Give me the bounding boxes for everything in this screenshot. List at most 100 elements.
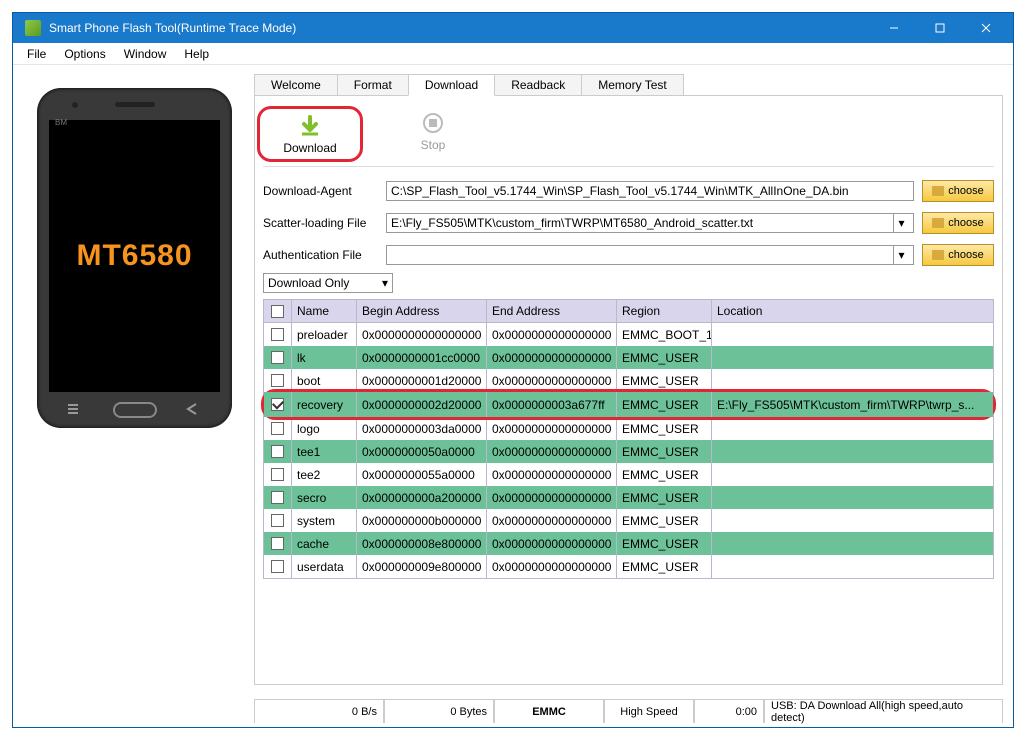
menu-help[interactable]: Help bbox=[176, 45, 217, 63]
cell-end: 0x0000000000000000 bbox=[487, 486, 617, 509]
cell-name: preloader bbox=[292, 323, 357, 346]
cell-location bbox=[712, 463, 993, 486]
tab-memtest[interactable]: Memory Test bbox=[581, 74, 683, 95]
cell-begin: 0x000000009e800000 bbox=[357, 555, 487, 578]
status-speed: 0 B/s bbox=[254, 700, 384, 723]
scatter-choose-button[interactable]: choose bbox=[922, 212, 994, 234]
da-choose-button[interactable]: choose bbox=[922, 180, 994, 202]
cell-end: 0x0000000000000000 bbox=[487, 509, 617, 532]
cell-name: cache bbox=[292, 532, 357, 555]
table-row[interactable]: preloader0x00000000000000000x00000000000… bbox=[264, 323, 993, 346]
close-button[interactable] bbox=[963, 13, 1009, 43]
tab-format[interactable]: Format bbox=[337, 74, 409, 95]
col-begin[interactable]: Begin Address bbox=[357, 300, 487, 322]
row-checkbox[interactable] bbox=[271, 351, 284, 364]
download-highlight: Download bbox=[257, 106, 363, 162]
row-checkbox[interactable] bbox=[271, 374, 284, 387]
table-row[interactable]: secro0x000000000a2000000x000000000000000… bbox=[264, 486, 993, 509]
partition-table: Name Begin Address End Address Region Lo… bbox=[263, 299, 994, 579]
select-all-checkbox[interactable] bbox=[271, 305, 284, 318]
menu-file[interactable]: File bbox=[19, 45, 54, 63]
download-panel: Download Stop Download-Agent C:\SP_Flash… bbox=[254, 95, 1003, 685]
row-checkbox[interactable] bbox=[271, 328, 284, 341]
download-arrow-icon bbox=[297, 113, 323, 139]
da-input[interactable]: C:\SP_Flash_Tool_v5.1744_Win\SP_Flash_To… bbox=[386, 181, 914, 201]
download-button[interactable]: Download bbox=[270, 113, 350, 155]
cell-location bbox=[712, 486, 993, 509]
cell-region: EMMC_USER bbox=[617, 486, 712, 509]
col-end[interactable]: End Address bbox=[487, 300, 617, 322]
menu-window[interactable]: Window bbox=[116, 45, 175, 63]
table-row[interactable]: logo0x0000000003da00000x0000000000000000… bbox=[264, 417, 993, 440]
cell-location bbox=[712, 440, 993, 463]
auth-label: Authentication File bbox=[263, 248, 378, 262]
status-time: 0:00 bbox=[694, 700, 764, 723]
table-row[interactable]: lk0x0000000001cc00000x0000000000000000EM… bbox=[264, 346, 993, 369]
cell-region: EMMC_USER bbox=[617, 440, 712, 463]
scatter-input[interactable]: E:\Fly_FS505\MTK\custom_firm\TWRP\MT6580… bbox=[386, 213, 914, 233]
status-bar: 0 B/s 0 Bytes EMMC High Speed 0:00 USB: … bbox=[254, 699, 1003, 723]
table-row[interactable]: cache0x000000008e8000000x000000000000000… bbox=[264, 532, 993, 555]
cell-begin: 0x0000000001cc0000 bbox=[357, 346, 487, 369]
cell-location bbox=[712, 417, 993, 440]
stop-button: Stop bbox=[393, 110, 473, 160]
table-row[interactable]: system0x000000000b0000000x00000000000000… bbox=[264, 509, 993, 532]
mode-dropdown[interactable]: Download Only▾ bbox=[263, 273, 393, 293]
tab-download[interactable]: Download bbox=[408, 74, 495, 96]
cell-region: EMMC_BOOT_1 bbox=[617, 323, 712, 346]
cell-location: E:\Fly_FS505\MTK\custom_firm\TWRP\twrp_s… bbox=[712, 392, 993, 417]
cell-begin: 0x000000008e800000 bbox=[357, 532, 487, 555]
cell-name: tee2 bbox=[292, 463, 357, 486]
cell-end: 0x0000000000000000 bbox=[487, 555, 617, 578]
status-storage: EMMC bbox=[494, 700, 604, 723]
cell-region: EMMC_USER bbox=[617, 555, 712, 578]
row-checkbox[interactable] bbox=[271, 491, 284, 504]
recovery-highlight: recovery0x0000000002d200000x0000000003a6… bbox=[261, 389, 996, 420]
cell-name: tee1 bbox=[292, 440, 357, 463]
window-title: Smart Phone Flash Tool(Runtime Trace Mod… bbox=[49, 21, 871, 35]
col-name[interactable]: Name bbox=[292, 300, 357, 322]
menu-options[interactable]: Options bbox=[56, 45, 113, 63]
scatter-label: Scatter-loading File bbox=[263, 216, 378, 230]
cell-end: 0x0000000000000000 bbox=[487, 323, 617, 346]
app-window: Smart Phone Flash Tool(Runtime Trace Mod… bbox=[12, 12, 1014, 728]
minimize-button[interactable] bbox=[871, 13, 917, 43]
cell-end: 0x0000000000000000 bbox=[487, 532, 617, 555]
col-region[interactable]: Region bbox=[617, 300, 712, 322]
row-checkbox[interactable] bbox=[271, 445, 284, 458]
table-row[interactable]: tee20x0000000055a00000x0000000000000000E… bbox=[264, 463, 993, 486]
auth-choose-button[interactable]: choose bbox=[922, 244, 994, 266]
chevron-down-icon[interactable]: ▾ bbox=[893, 214, 909, 232]
tab-welcome[interactable]: Welcome bbox=[254, 74, 338, 95]
auth-input[interactable]: ▾ bbox=[386, 245, 914, 265]
cell-name: system bbox=[292, 509, 357, 532]
phone-preview: BM MT6580 bbox=[27, 73, 242, 723]
row-checkbox[interactable] bbox=[271, 422, 284, 435]
app-icon bbox=[25, 20, 41, 36]
cell-location bbox=[712, 532, 993, 555]
cell-name: userdata bbox=[292, 555, 357, 578]
status-mode: USB: DA Download All(high speed,auto det… bbox=[764, 700, 1003, 723]
cell-begin: 0x0000000055a0000 bbox=[357, 463, 487, 486]
maximize-button[interactable] bbox=[917, 13, 963, 43]
cell-end: 0x0000000000000000 bbox=[487, 440, 617, 463]
col-location[interactable]: Location bbox=[712, 300, 993, 322]
cell-begin: 0x0000000002d20000 bbox=[357, 392, 487, 417]
menubar: File Options Window Help bbox=[13, 43, 1013, 65]
cell-location bbox=[712, 346, 993, 369]
cell-begin: 0x0000000003da0000 bbox=[357, 417, 487, 440]
row-checkbox[interactable] bbox=[271, 560, 284, 573]
tab-readback[interactable]: Readback bbox=[494, 74, 582, 95]
chevron-down-icon[interactable]: ▾ bbox=[893, 246, 909, 264]
cell-end: 0x0000000000000000 bbox=[487, 346, 617, 369]
table-row[interactable]: userdata0x000000009e8000000x000000000000… bbox=[264, 555, 993, 578]
cell-end: 0x0000000000000000 bbox=[487, 463, 617, 486]
table-row[interactable]: tee10x0000000050a00000x0000000000000000E… bbox=[264, 440, 993, 463]
row-checkbox[interactable] bbox=[271, 468, 284, 481]
table-row[interactable]: recovery0x0000000002d200000x0000000003a6… bbox=[264, 392, 993, 417]
row-checkbox[interactable] bbox=[271, 398, 284, 411]
row-checkbox[interactable] bbox=[271, 514, 284, 527]
folder-icon bbox=[932, 186, 944, 196]
cell-location bbox=[712, 323, 993, 346]
row-checkbox[interactable] bbox=[271, 537, 284, 550]
